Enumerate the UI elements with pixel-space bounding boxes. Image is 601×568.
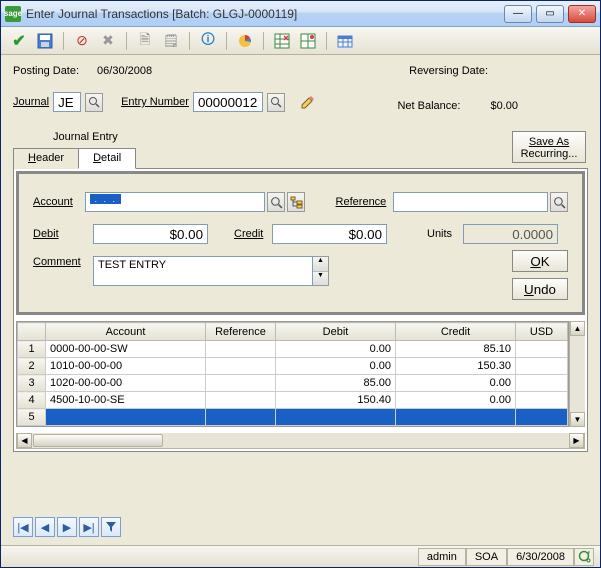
col-usd[interactable]: USD: [516, 323, 568, 341]
status-date: 6/30/2008: [507, 548, 574, 566]
credit-field[interactable]: [272, 224, 387, 244]
posting-date-value: 06/30/2008: [97, 65, 152, 77]
accept-icon[interactable]: ✔: [9, 31, 29, 51]
table-row[interactable]: 31020-00-00-0085.000.00: [18, 375, 568, 392]
nav-next-button[interactable]: ▶: [57, 517, 77, 537]
tab-header[interactable]: HHeadereader: [13, 148, 79, 169]
table-row[interactable]: 21010-00-00-000.00150.30: [18, 358, 568, 375]
credit-label: Credit: [234, 228, 272, 240]
grid3-icon[interactable]: [335, 31, 355, 51]
nav-prev-button[interactable]: ◀: [35, 517, 55, 537]
minimize-button[interactable]: —: [504, 5, 532, 23]
col-account[interactable]: Account: [46, 323, 206, 341]
comment-spinner[interactable]: ▲▼: [313, 256, 329, 286]
ok-button[interactable]: OKOK: [512, 250, 568, 272]
nav-filter-button[interactable]: [101, 517, 121, 537]
new-doc-icon[interactable]: 🗎: [135, 31, 155, 51]
maximize-button[interactable]: ▭: [536, 5, 564, 23]
reference-label: Reference: [336, 196, 394, 208]
net-balance-label: Net Balance:: [397, 100, 460, 112]
debit-label: Debit: [33, 228, 93, 240]
edit-icon[interactable]: [297, 91, 319, 113]
comment-field[interactable]: [93, 256, 313, 286]
comment-label: Comment: [33, 256, 93, 268]
entry-number-label: Entry Number: [121, 96, 189, 108]
col-credit[interactable]: Credit: [396, 323, 516, 341]
toolbar: ✔ ⊘ ✖ 🗎 🗒 🛈: [1, 27, 600, 55]
app-icon: sage: [5, 6, 21, 22]
journal-label: Journal: [13, 96, 49, 108]
statusbar: admin SOA 6/30/2008: [1, 545, 600, 567]
cancel-icon[interactable]: ⊘: [72, 31, 92, 51]
window-title: Enter Journal Transactions [Batch: GLGJ-…: [26, 7, 504, 21]
reversing-date-label: Reversing Date:: [409, 65, 488, 77]
status-user: admin: [418, 548, 466, 566]
status-refresh-icon[interactable]: [574, 548, 594, 566]
chart-icon[interactable]: [235, 31, 255, 51]
help-icon[interactable]: 🛈: [198, 31, 218, 51]
save-icon[interactable]: [35, 31, 55, 51]
journal-lookup-button[interactable]: [85, 93, 103, 112]
journal-field[interactable]: [53, 92, 81, 112]
detail-panel: Account . . . Reference Debit Credit: [13, 168, 588, 452]
net-balance-value: $0.00: [490, 100, 518, 112]
table-row[interactable]: 10000-00-00-SW0.0085.10: [18, 341, 568, 358]
col-debit[interactable]: Debit: [276, 323, 396, 341]
titlebar[interactable]: sage Enter Journal Transactions [Batch: …: [1, 1, 600, 27]
entry-lookup-button[interactable]: [267, 93, 285, 112]
grid-vscroll[interactable]: ▲▼: [569, 321, 585, 427]
account-lookup-button[interactable]: [267, 192, 285, 212]
col-rownum[interactable]: [18, 323, 46, 341]
journal-entry-label: Journal Entry: [53, 131, 588, 143]
delete-icon[interactable]: ✖: [98, 31, 118, 51]
notes-icon[interactable]: 🗒: [161, 31, 181, 51]
units-label: Units: [427, 228, 463, 240]
nav-last-button[interactable]: ▶|: [79, 517, 99, 537]
account-tree-button[interactable]: [287, 192, 305, 212]
entry-number-field[interactable]: [193, 92, 263, 112]
grid-hscroll[interactable]: ◀ ▶: [16, 433, 585, 449]
account-label: Account: [33, 196, 85, 208]
debit-field[interactable]: [93, 224, 208, 244]
undo-button[interactable]: UndoUndo: [512, 278, 568, 300]
col-reference[interactable]: Reference: [206, 323, 276, 341]
units-field: [463, 224, 558, 244]
reference-lookup-button[interactable]: [550, 192, 568, 212]
table-row[interactable]: 5: [18, 409, 568, 426]
nav-first-button[interactable]: |◀: [13, 517, 33, 537]
status-group: SOA: [466, 548, 507, 566]
table-row[interactable]: 44500-10-00-SE150.400.00: [18, 392, 568, 409]
reference-field[interactable]: [393, 192, 548, 212]
tab-detail[interactable]: DetailDetail: [78, 148, 136, 169]
posting-date-label: Posting Date:: [13, 65, 79, 77]
grid2-icon[interactable]: [298, 31, 318, 51]
grid1-icon[interactable]: [272, 31, 292, 51]
entries-grid[interactable]: Account Reference Debit Credit USD 10000…: [16, 321, 569, 427]
close-button[interactable]: ✕: [568, 5, 596, 23]
account-field[interactable]: . . .: [85, 192, 265, 212]
